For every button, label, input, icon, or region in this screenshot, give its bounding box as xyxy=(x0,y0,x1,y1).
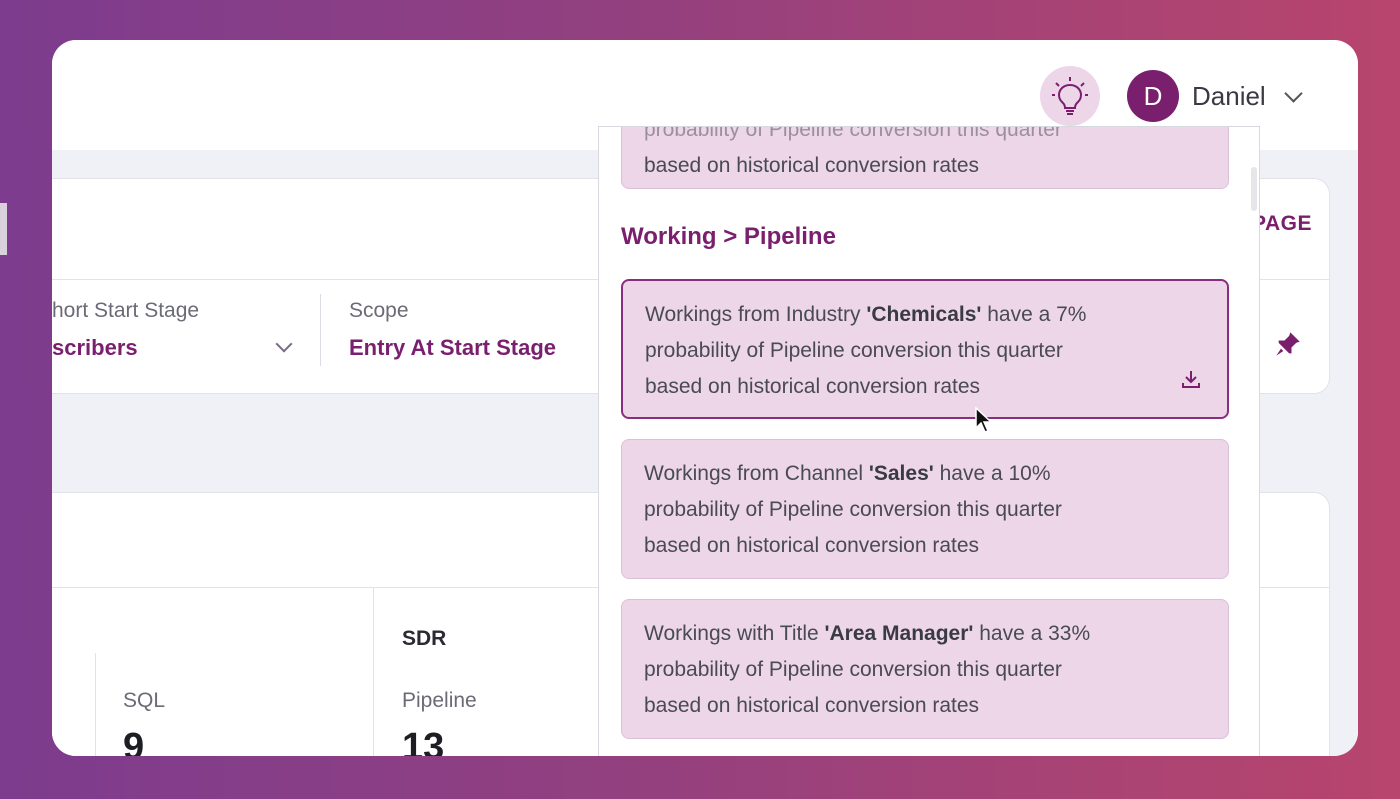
download-icon[interactable] xyxy=(1179,367,1203,391)
kpi-column-divider xyxy=(95,653,96,756)
insight-text: Workings from Channel 'Sales' have a 10% xyxy=(644,462,1051,485)
kpi-group-title: SDR xyxy=(402,627,447,650)
scope-value[interactable]: Entry At Start Stage xyxy=(349,335,556,361)
insight-text: probability of Pipeline conversion this … xyxy=(644,498,1062,521)
kpi-column-divider xyxy=(373,587,374,756)
insight-card[interactable]: Workings from Industry 'Chemicals' have … xyxy=(621,279,1229,419)
mouse-cursor-icon xyxy=(975,406,993,433)
avatar[interactable]: D xyxy=(1127,70,1179,122)
pin-icon[interactable] xyxy=(1274,330,1302,358)
insight-text: based on historical conversion rates xyxy=(645,375,981,398)
insight-text: Workings with Title 'Area Manager' have … xyxy=(644,622,1091,645)
cohort-stage-value[interactable]: scribers xyxy=(52,335,138,361)
insight-text: probability of Pipeline conversion this … xyxy=(644,658,1062,681)
kpi-sql-value: 9 xyxy=(123,726,145,756)
filter-separator xyxy=(320,294,321,366)
insight-text: probability of Pipeline conversion this … xyxy=(645,339,1063,362)
insights-popover[interactable]: probability of Pipeline conversion this … xyxy=(598,126,1260,756)
insights-button[interactable] xyxy=(1040,66,1100,126)
insight-card[interactable]: Workings with Title 'Area Manager' have … xyxy=(621,599,1229,739)
kpi-sql-label: SQL xyxy=(123,689,166,712)
insight-text: Workings from Industry 'Chemicals' have … xyxy=(645,303,1087,326)
user-name[interactable]: Daniel xyxy=(1192,81,1266,112)
kpi-pipeline-value: 13 xyxy=(402,726,445,756)
app-window: hort Start Stage scribers Scope Entry At… xyxy=(52,40,1358,756)
insight-card[interactable]: Workings from Channel 'Sales' have a 10%… xyxy=(621,439,1229,579)
section-title: Working > Pipeline xyxy=(621,223,836,250)
insight-text: based on historical conversion rates xyxy=(644,694,980,717)
side-tab xyxy=(0,203,7,255)
lightbulb-icon xyxy=(1052,77,1088,115)
insight-card[interactable]: probability of Pipeline conversion this … xyxy=(621,126,1229,189)
scrollbar[interactable] xyxy=(1251,167,1257,211)
cohort-stage-label: hort Start Stage xyxy=(52,299,200,322)
insight-text: based on historical conversion rates xyxy=(644,154,980,177)
insight-text: probability of Pipeline conversion this … xyxy=(644,126,1062,141)
kpi-pipeline-label: Pipeline xyxy=(402,689,477,712)
insight-text: based on historical conversion rates xyxy=(644,534,980,557)
scope-label: Scope xyxy=(349,299,409,322)
page-link[interactable]: PAGE xyxy=(1252,212,1312,236)
